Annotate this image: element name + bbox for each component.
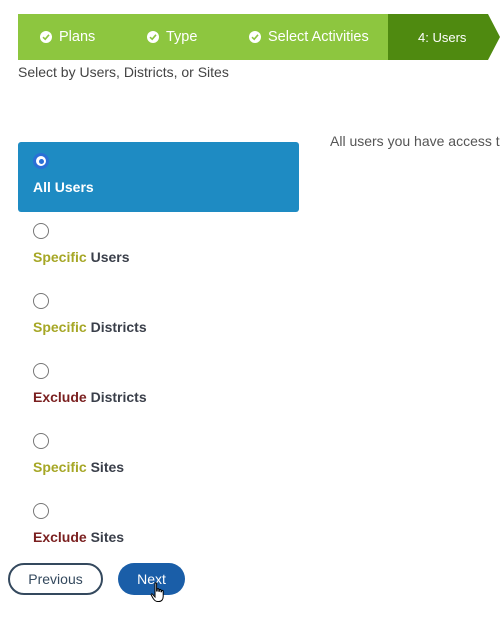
hand-pointer-cursor-icon xyxy=(150,582,164,602)
option-keyword: Exclude xyxy=(33,529,87,545)
option-specific-sites[interactable]: Specific Sites xyxy=(18,422,299,492)
wizard-steps: Plans Type Select Activities 4: Users xyxy=(18,14,500,60)
option-label: All Users xyxy=(33,179,94,195)
radio-button[interactable] xyxy=(33,223,49,239)
option-text: Users xyxy=(86,249,130,265)
radio-button[interactable] xyxy=(33,363,49,379)
step-type-label: Type xyxy=(166,29,198,45)
option-specific-users[interactable]: Specific Users xyxy=(18,212,299,282)
radio-button[interactable] xyxy=(33,153,49,169)
step-plans[interactable]: Plans xyxy=(40,14,95,60)
option-text: Districts xyxy=(86,319,147,335)
check-circle-icon xyxy=(40,31,52,43)
option-specific-districts[interactable]: Specific Districts xyxy=(18,282,299,352)
radio-button[interactable] xyxy=(33,503,49,519)
option-text: Sites xyxy=(86,459,125,475)
step-plans-label: Plans xyxy=(59,29,96,45)
option-label: Exclude Sites xyxy=(33,529,124,545)
option-label: Specific Users xyxy=(33,249,130,265)
option-label: Specific Districts xyxy=(33,319,147,335)
step-select-activities[interactable]: Select Activities xyxy=(249,14,369,60)
previous-button[interactable]: Previous xyxy=(8,563,103,595)
option-keyword: Specific xyxy=(33,249,87,265)
option-text: All Users xyxy=(33,179,94,195)
step-type[interactable]: Type xyxy=(147,14,197,60)
check-circle-icon xyxy=(147,31,159,43)
radio-button[interactable] xyxy=(33,293,49,309)
option-label: Exclude Districts xyxy=(33,389,147,405)
option-label: Specific Sites xyxy=(33,459,124,475)
option-text: Sites xyxy=(86,529,125,545)
option-keyword: Exclude xyxy=(33,389,87,405)
instructions-text: Select by Users, Districts, or Sites xyxy=(18,64,229,80)
option-exclude-sites[interactable]: Exclude Sites xyxy=(18,492,299,562)
option-keyword: Specific xyxy=(33,319,87,335)
selection-description: All users you have access t xyxy=(330,133,500,149)
step-users-label: 4: Users xyxy=(418,29,467,45)
step-select-activities-label: Select Activities xyxy=(268,29,369,45)
option-exclude-districts[interactable]: Exclude Districts xyxy=(18,352,299,422)
option-keyword: Specific xyxy=(33,459,87,475)
option-all-users[interactable]: All Users xyxy=(18,142,299,212)
option-text: Districts xyxy=(86,389,147,405)
check-circle-icon xyxy=(249,31,261,43)
step-users-current[interactable]: 4: Users xyxy=(388,14,500,60)
radio-button[interactable] xyxy=(33,433,49,449)
